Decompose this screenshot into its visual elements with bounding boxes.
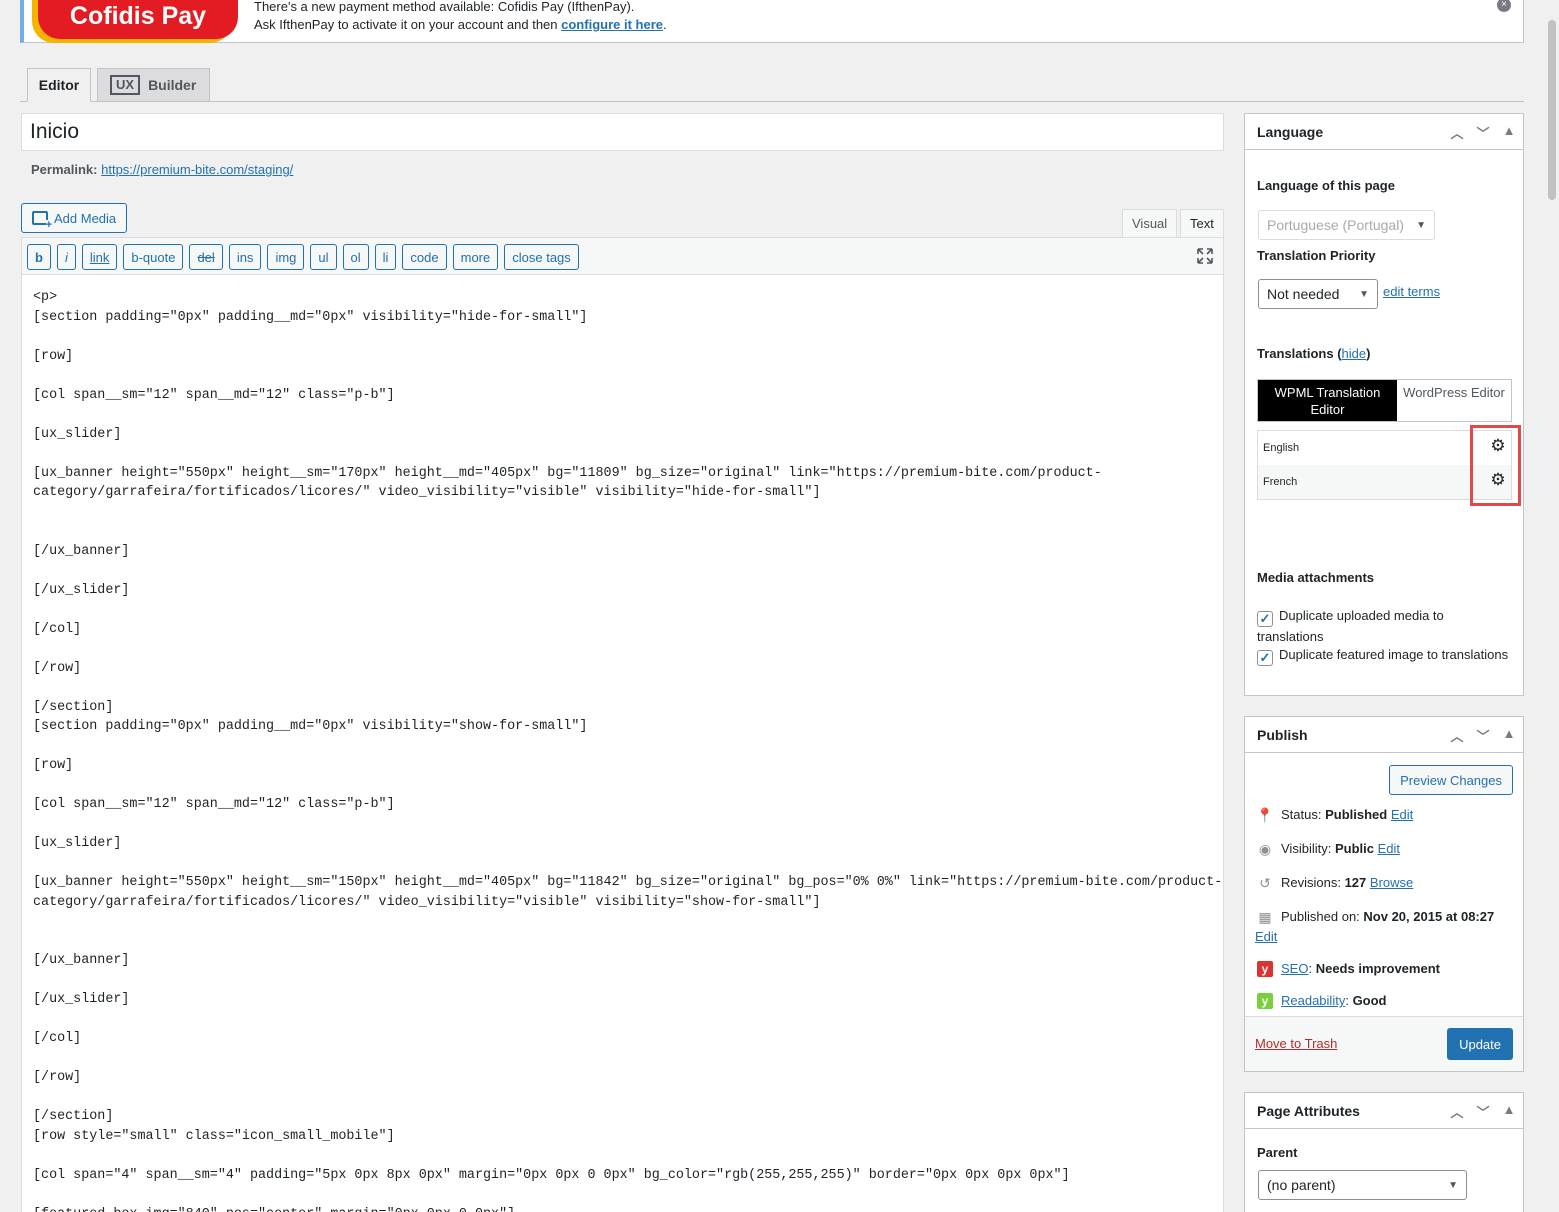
checkbox-checked-icon[interactable]: ✓ <box>1257 611 1273 627</box>
chevron-down-icon: ▼ <box>1416 219 1426 231</box>
pin-icon: 📍 <box>1256 807 1274 823</box>
post-title-input[interactable]: Inicio <box>21 113 1224 151</box>
collapse-icon[interactable]: ▲ <box>1501 123 1517 142</box>
page-attributes-header: Page Attributes ︿ ﹀ ▲ <box>1245 1093 1523 1129</box>
media-attachments-label: Media attachments <box>1257 570 1375 585</box>
img-button[interactable]: img <box>267 244 305 270</box>
blockquote-button[interactable]: b-quote <box>123 244 184 270</box>
move-up-icon[interactable]: ︿ <box>1449 726 1465 745</box>
move-down-icon[interactable]: ﹀ <box>1475 726 1491 745</box>
checkbox-checked-icon[interactable]: ✓ <box>1257 650 1273 666</box>
calendar-icon: ▦ <box>1258 909 1272 925</box>
dismiss-icon[interactable]: × <box>1497 0 1511 12</box>
link-button[interactable]: link <box>81 244 118 270</box>
notice-line-2: Ask IfthenPay to activate it on your acc… <box>254 17 667 32</box>
italic-button[interactable]: i <box>56 244 76 270</box>
li-button[interactable]: li <box>374 244 397 270</box>
highlight-box <box>1470 425 1521 506</box>
chevron-down-icon: ▼ <box>1359 288 1369 300</box>
move-down-icon[interactable]: ﹀ <box>1475 123 1491 142</box>
status-row: 📍 Status: Published Edit <box>1256 807 1414 823</box>
publish-actions: Move to Trash Update <box>1245 1016 1523 1071</box>
readability-link[interactable]: Readability <box>1281 993 1345 1008</box>
del-button[interactable]: del <box>189 244 223 270</box>
page-scrollbar[interactable] <box>1544 0 1559 1212</box>
wordpress-editor-option[interactable]: WordPress Editor <box>1397 380 1511 421</box>
move-down-icon[interactable]: ﹀ <box>1475 1102 1491 1121</box>
ul-button[interactable]: ul <box>310 244 337 270</box>
wpml-editor-option[interactable]: WPML Translation Editor <box>1258 380 1397 421</box>
payment-notice: Cofidis Pay There's a new payment method… <box>20 0 1524 43</box>
text-editor: b i link b-quote del ins img ul ol li co… <box>21 237 1224 1212</box>
language-box-header: Language ︿ ﹀ ▲ <box>1245 114 1523 150</box>
dup-media-option[interactable]: ✓ Duplicate uploaded media to translation… <box>1257 606 1512 647</box>
permalink: Permalink: https://premium-bite.com/stag… <box>31 162 293 177</box>
ux-builder-label: Builder <box>148 77 197 93</box>
priority-label: Translation Priority <box>1257 248 1376 263</box>
collapse-icon[interactable]: ▲ <box>1501 1102 1517 1121</box>
hide-translations-link[interactable]: hide <box>1342 346 1367 361</box>
translations-label: Translations (hide) <box>1257 346 1371 361</box>
more-button[interactable]: more <box>452 244 499 270</box>
chevron-down-icon: ▼ <box>1448 1179 1458 1191</box>
browse-revisions-link[interactable]: Browse <box>1370 875 1413 890</box>
move-to-trash-link[interactable]: Move to Trash <box>1255 1036 1337 1051</box>
yoast-seo-icon: y <box>1257 961 1273 977</box>
parent-label: Parent <box>1257 1145 1298 1160</box>
tab-text[interactable]: Text <box>1180 209 1224 238</box>
language-metabox: Language ︿ ﹀ ▲ Language of this page Por… <box>1244 113 1524 696</box>
tab-editor[interactable]: Editor <box>27 68 91 102</box>
tab-visual[interactable]: Visual <box>1122 209 1178 238</box>
history-icon: ↺ <box>1259 875 1271 891</box>
code-button[interactable]: code <box>402 244 447 270</box>
visibility-row: ◉ Visibility: Public Edit <box>1255 839 1517 859</box>
bold-button[interactable]: b <box>27 244 51 270</box>
move-up-icon[interactable]: ︿ <box>1449 1102 1465 1121</box>
eye-icon: ◉ <box>1258 841 1272 857</box>
language-of-page-label: Language of this page <box>1257 178 1395 193</box>
content-textarea[interactable]: <p> [section padding="0px" padding__md="… <box>22 275 1223 1212</box>
edit-terms-link[interactable]: edit terms <box>1383 284 1440 299</box>
edit-status-link[interactable]: Edit <box>1391 807 1413 822</box>
add-media-button[interactable]: Add Media <box>21 203 128 233</box>
ux-badge: UX <box>110 75 141 95</box>
fullscreen-icon[interactable] <box>1197 248 1213 264</box>
page-attributes-metabox: Page Attributes ︿ ﹀ ▲ Parent (no parent)… <box>1244 1092 1524 1212</box>
quicktags-toolbar: b i link b-quote del ins img ul ol li co… <box>22 238 1223 275</box>
published-on-row: ▦ Published on: Nov 20, 2015 at 08:27 <box>1255 907 1517 927</box>
priority-select[interactable]: Not needed ▼ <box>1258 279 1378 309</box>
preview-changes-button[interactable]: Preview Changes <box>1389 765 1513 795</box>
scrollbar-thumb[interactable] <box>1548 20 1556 200</box>
notice-line-1: There's a new payment method available: … <box>254 0 635 14</box>
close-tags-button[interactable]: close tags <box>504 244 579 270</box>
ol-button[interactable]: ol <box>342 244 369 270</box>
update-button[interactable]: Update <box>1447 1028 1513 1060</box>
parent-select[interactable]: (no parent) ▼ <box>1258 1170 1467 1200</box>
edit-date-link[interactable]: Edit <box>1255 929 1277 944</box>
notice-text: There's a new payment method available: … <box>254 0 667 34</box>
yoast-readability-icon: y <box>1257 993 1273 1009</box>
seo-link[interactable]: SEO <box>1281 961 1308 976</box>
edit-visibility-link[interactable]: Edit <box>1378 841 1400 856</box>
move-up-icon[interactable]: ︿ <box>1449 123 1465 142</box>
permalink-label: Permalink: <box>31 162 98 177</box>
media-icon <box>32 211 52 230</box>
ins-button[interactable]: ins <box>228 244 262 270</box>
revisions-row: ↺ Revisions: 127 Browse <box>1255 873 1517 893</box>
translation-editor-switch: WPML Translation Editor WordPress Editor <box>1257 379 1512 422</box>
publish-box-header: Publish ︿ ﹀ ▲ <box>1245 717 1523 753</box>
tabs-divider <box>20 101 1524 102</box>
readability-row: y Readability: Good <box>1255 991 1517 1011</box>
permalink-url[interactable]: https://premium-bite.com/staging/ <box>101 162 293 177</box>
language-select: Portuguese (Portugal) ▼ <box>1258 210 1435 240</box>
seo-row: y SEO: Needs improvement <box>1255 959 1517 979</box>
tab-ux-builder[interactable]: UX Builder <box>97 68 210 102</box>
configure-link[interactable]: configure it here <box>561 17 663 32</box>
dup-featured-option[interactable]: ✓ Duplicate featured image to translation… <box>1257 645 1512 666</box>
cofidis-pay-logo: Cofidis Pay <box>38 0 238 39</box>
publish-metabox: Publish ︿ ﹀ ▲ Preview Changes 📍 Status: … <box>1244 716 1524 1072</box>
collapse-icon[interactable]: ▲ <box>1501 726 1517 745</box>
